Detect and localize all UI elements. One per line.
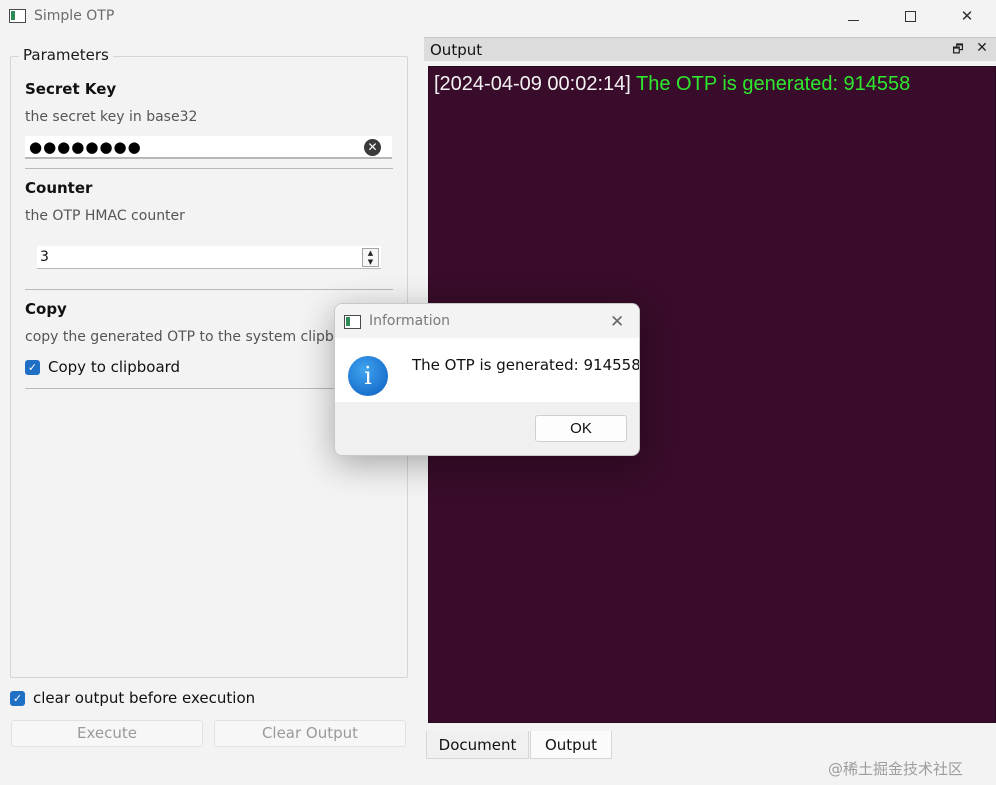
maximize-button[interactable] [881, 0, 939, 34]
tab-output[interactable]: Output [530, 731, 612, 759]
watermark: @稀土掘金技术社区 [828, 760, 964, 778]
dialog-titlebar: Information ✕ [335, 304, 639, 338]
minimize-button[interactable] [824, 0, 882, 34]
log-message: The OTP is generated: 914558 [636, 73, 911, 95]
maximize-icon [904, 11, 916, 22]
information-dialog: Information ✕ i The OTP is generated: 91… [334, 303, 640, 456]
dialog-app-icon [344, 315, 361, 329]
clear-before-execution-label[interactable]: clear output before execution [33, 689, 255, 707]
close-button[interactable]: ✕ [938, 0, 996, 34]
copy-title: Copy [25, 300, 67, 318]
minimize-icon [847, 20, 859, 21]
section-divider [25, 289, 393, 290]
parameters-legend: Parameters [19, 46, 113, 64]
window-title: Simple OTP [34, 8, 115, 24]
float-dock-icon[interactable]: 🗗 [951, 42, 965, 56]
tab-document[interactable]: Document [426, 731, 529, 759]
spin-up-icon[interactable]: ▲ [363, 249, 378, 258]
close-icon: ✕ [960, 7, 974, 25]
counter-value: 3 [40, 249, 49, 265]
dialog-body: i The OTP is generated: 914558 [335, 338, 639, 402]
secret-key-description: the secret key in base32 [25, 109, 198, 125]
spin-buttons: ▲ ▼ [362, 248, 379, 267]
secret-key-value: ●●●●●●●● [29, 138, 142, 156]
close-dock-icon[interactable]: ✕ [975, 41, 989, 55]
output-dock-title: Output [430, 41, 483, 59]
output-dock-header: Output 🗗 ✕ [424, 37, 996, 61]
copy-to-clipboard-label[interactable]: Copy to clipboard [48, 358, 180, 376]
log-timestamp: [2024-04-09 00:02:14] [434, 73, 631, 95]
counter-description: the OTP HMAC counter [25, 208, 185, 224]
dialog-title: Information [369, 313, 451, 329]
spin-down-icon[interactable]: ▼ [363, 258, 378, 267]
window-titlebar: Simple OTP ✕ [0, 0, 996, 34]
secret-key-title: Secret Key [25, 80, 117, 98]
clear-output-button[interactable]: Clear Output [214, 720, 406, 747]
section-divider [25, 168, 393, 169]
ok-button[interactable]: OK [535, 415, 627, 442]
information-icon: i [348, 356, 388, 396]
log-line: [2024-04-09 00:02:14] The OTP is generat… [434, 73, 910, 96]
dialog-message: The OTP is generated: 914558 [412, 356, 640, 374]
counter-title: Counter [25, 179, 93, 197]
secret-key-input[interactable]: ●●●●●●●● ✕ [25, 136, 392, 159]
copy-description: copy the generated OTP to the system cli… [25, 329, 366, 345]
execute-button[interactable]: Execute [11, 720, 203, 747]
copy-to-clipboard-checkbox[interactable]: ✓ [25, 360, 40, 375]
clear-before-execution-checkbox[interactable]: ✓ [10, 691, 25, 706]
dialog-close-icon[interactable]: ✕ [610, 312, 624, 332]
app-icon [9, 9, 26, 23]
clear-text-icon[interactable]: ✕ [364, 139, 381, 156]
counter-spinbox[interactable]: 3 ▲ ▼ [37, 246, 381, 269]
